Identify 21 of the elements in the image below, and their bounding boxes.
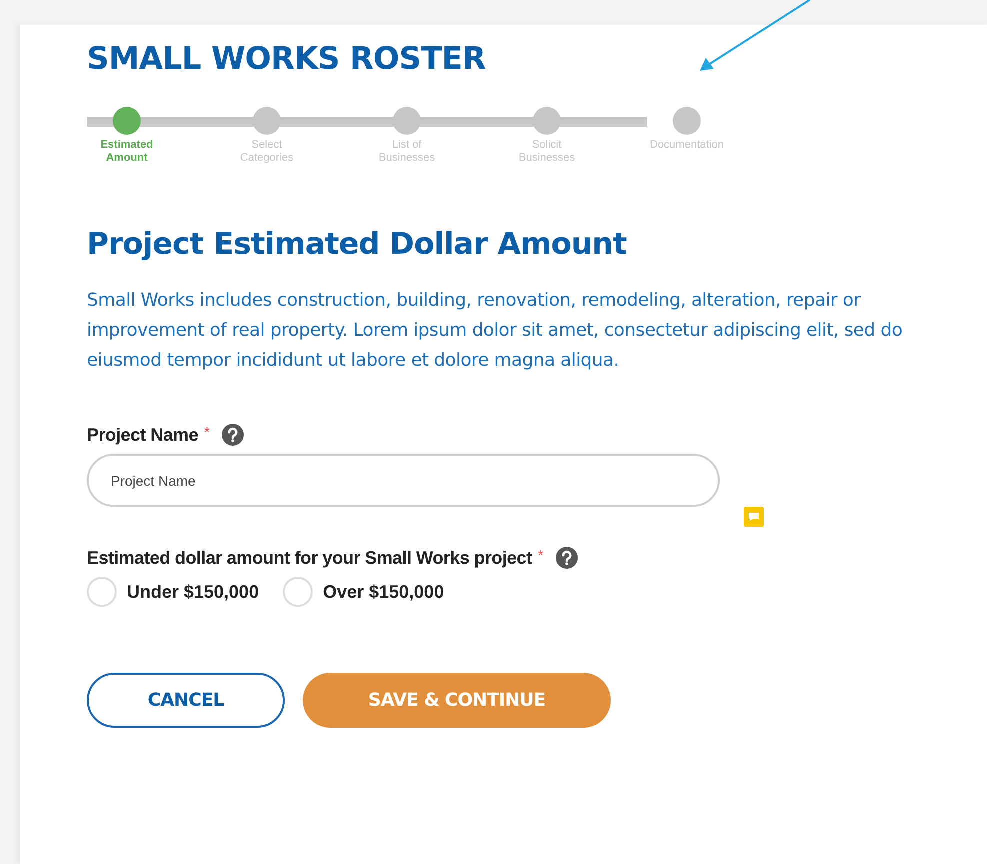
radio-label[interactable]: Under $150,000 <box>127 582 260 602</box>
intro-text: Small Works includes construction, building, renovation, remodeling, alteration, repair or improvement of real property. Lorem ipsum dolor sit amet, consectetur adipiscing elit, sed do eiusmod tempor incididunt ut labore et dolore magna aliqua. <box>87 289 904 373</box>
step-label: Estimated Amount <box>100 139 154 165</box>
radio-button[interactable] <box>283 577 314 607</box>
required-mark: * <box>538 547 544 563</box>
project-name-field[interactable]: Project Name <box>87 454 720 507</box>
help-icon[interactable] <box>556 547 578 569</box>
help-icon[interactable] <box>222 424 244 446</box>
cancel-button[interactable]: CANCEL <box>87 673 285 728</box>
section-heading: Project Estimated Dollar Amount <box>87 227 628 262</box>
step-label: Documentation <box>650 139 724 152</box>
app-title: SMALL WORKS ROSTER <box>87 40 487 79</box>
step-label: Solicit Businesses <box>518 139 576 165</box>
radio-button[interactable] <box>87 577 117 607</box>
radio-label[interactable]: Over $150,000 <box>323 582 444 602</box>
comment-icon[interactable] <box>744 507 764 527</box>
required-mark: * <box>204 424 210 440</box>
step-label: List of Businesses <box>378 139 436 165</box>
step-label: Select Categories <box>240 139 294 165</box>
field-label: Project Name <box>87 424 198 446</box>
field-label: Estimated dollar amount for your Small Works project <box>87 548 532 568</box>
